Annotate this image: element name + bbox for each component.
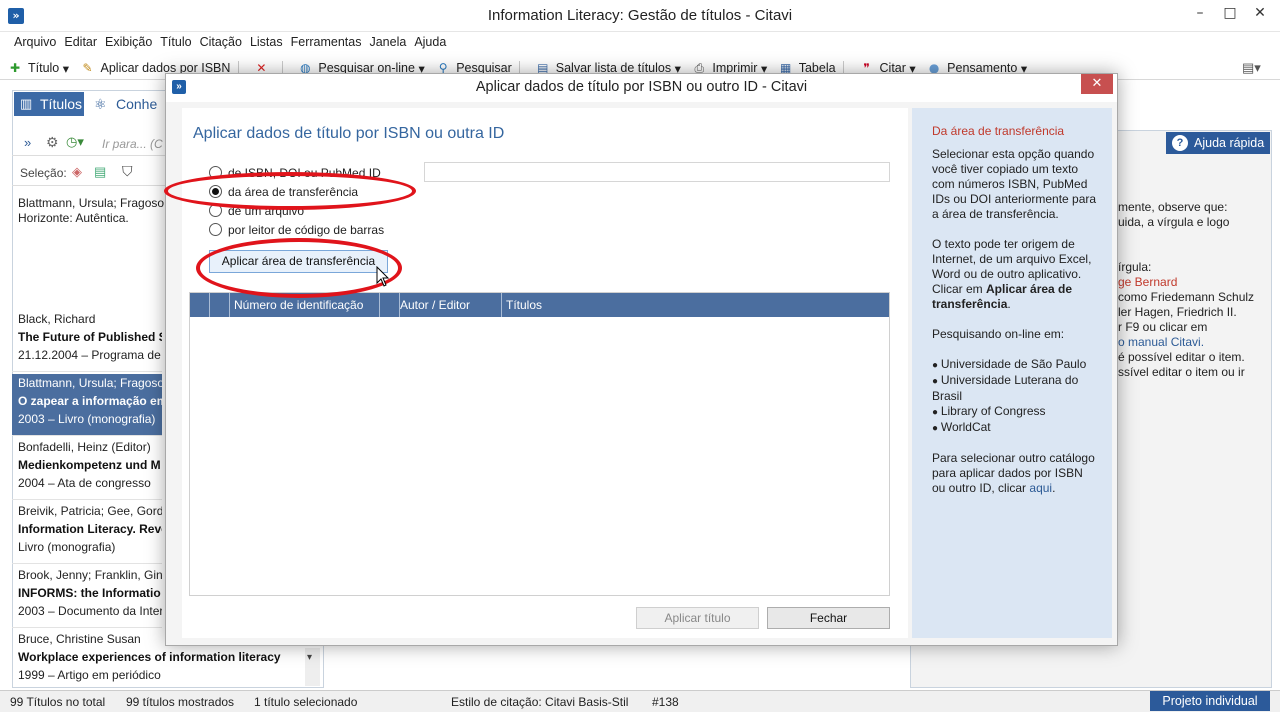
list-item[interactable]: Bonfadelli, Heinz (Editor) Medienkompeten… [12,438,162,500]
help-paragraph: Para selecionar outro catálogo para apli… [932,451,1095,495]
quick-help-text: mente, observe que: uida, a vírgula e lo… [1118,200,1255,379]
tab-conhecimento[interactable]: ⚛ Conhe [94,92,157,116]
search-input[interactable]: Ir para... (C [102,137,163,151]
list-item: WorldCat [932,420,1097,436]
maximize-button[interactable]: □ [1214,0,1246,26]
menu-ajuda[interactable]: Ajuda [410,32,450,52]
help-paragraph: Pesquisando on-line em: [932,327,1065,341]
menu-editar[interactable]: Editar [60,32,101,52]
plus-icon: ✚ [9,61,21,75]
menu-ferramentas[interactable]: Ferramentas [287,32,366,52]
annotation-ellipse [164,172,416,210]
scroll-down-icon[interactable]: ▾ [307,652,312,663]
knowledge-icon: ⚛ [94,96,107,112]
column-autor[interactable]: Autor / Editor [396,293,502,317]
help-title: Da área de transferência [932,124,1065,138]
status-citation-style[interactable]: Estilo de citação: Citavi Basis-Stil [451,691,628,713]
menu-janela[interactable]: Janela [365,32,410,52]
menu-citacao[interactable]: Citação [196,32,246,52]
close-window-button[interactable]: ✕ [1244,0,1276,26]
help-paragraph: Selecionar esta opção quando você tiver … [932,147,1097,221]
gear-icon[interactable]: ⚙ [46,134,59,151]
tab-titulos[interactable]: ▥ Títulos [14,92,84,116]
status-bar: 99 Títulos no total 99 títulos mostrados… [0,690,1280,712]
minimize-button[interactable]: – [1184,0,1216,26]
layout-options-icon[interactable]: ▤▾ [1242,60,1261,76]
catalog-list: Universidade de São Paulo Universidade L… [932,357,1097,436]
filter-icon[interactable]: ⛉ [122,163,133,180]
status-total: 99 Títulos no total [10,695,106,709]
ajuda-rapida-button[interactable]: ? Ajuda rápida [1166,132,1270,154]
select-icon[interactable]: ◈ [72,164,82,180]
grid-status-column[interactable] [210,293,230,317]
aqui-link[interactable]: aqui [1029,481,1052,495]
list-item[interactable]: Brook, Jenny; Franklin, Ginn INFORMS: the… [12,566,162,628]
history-icon[interactable]: ◷▾ [66,134,84,150]
status-shown: 99 títulos mostrados [126,695,235,709]
status-number: #138 [652,695,679,709]
selecao-label: Seleção: [20,166,67,180]
dialog-title: Aplicar dados de título por ISBN ou outr… [475,79,808,95]
books-icon: ▥ [20,96,33,111]
menu-listas[interactable]: Listas [246,32,287,52]
radio-label: por leitor de código de barras [228,223,385,237]
help-icon: ? [1172,135,1188,151]
radio-barcode[interactable] [209,223,222,236]
list-item[interactable]: Breivik, Patricia; Gee, Gordo Information… [12,502,162,564]
column-titulos[interactable]: Títulos [502,293,889,317]
grid-check-column[interactable] [190,293,210,317]
apply-title-button[interactable]: Aplicar título [636,607,759,629]
menu-arquivo[interactable]: Arquivo [10,32,60,52]
menu-titulo[interactable]: Título [156,32,195,52]
dialog-help-text: Da área de transferência Selecionar esta… [932,124,1097,511]
results-grid [189,292,890,596]
project-badge: Projeto individual [1150,691,1270,711]
list-item-selected[interactable]: Blattmann, Ursula; Fragoso, O zapear a in… [12,374,162,436]
annotation-ellipse [196,238,402,298]
list-item: Universidade Luterana do Brasil [932,373,1097,404]
list-item: Universidade de São Paulo [932,357,1097,373]
mouse-cursor-icon [376,266,390,287]
close-button[interactable]: Fechar [767,607,890,629]
wand-icon: ✎ [82,61,93,75]
dialog-heading: Aplicar dados de título por ISBN ou outr… [193,125,505,142]
help-paragraph: O texto pode ter origem de Internet, de … [932,237,1092,311]
window-title: Information Literacy: Gestão de títulos … [487,7,793,24]
titulo-button[interactable]: ✚ Título ▾ [8,56,69,79]
menu-exibicao[interactable]: Exibição [101,32,156,52]
select-list-icon[interactable]: ▤ [94,164,106,180]
list-item[interactable]: Black, Richard The Future of Published Sc… [12,310,162,372]
dialog-close-button[interactable]: ✕ [1081,74,1113,94]
expand-icon[interactable]: » [24,135,31,150]
status-selected: 1 título selecionado [254,695,358,709]
menu-bar: Arquivo Editar Exibição Título Citação Listas… [0,32,1280,54]
id-input[interactable] [424,162,890,182]
list-item: Library of Congress [932,404,1097,420]
